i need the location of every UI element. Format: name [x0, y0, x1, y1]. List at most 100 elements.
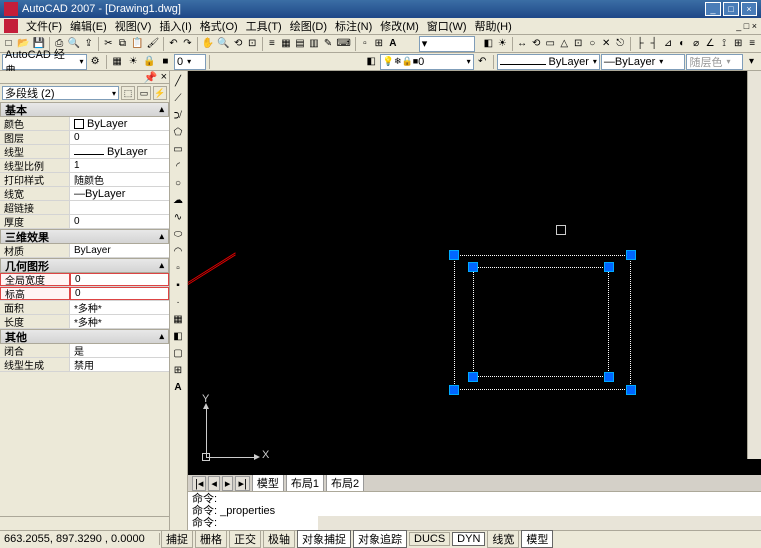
- workspace-dropdown[interactable]: AutoCAD 经典 ▾: [2, 54, 87, 70]
- status-polar[interactable]: 极轴: [263, 530, 295, 548]
- menu-file[interactable]: 文件(F): [22, 18, 66, 34]
- layer-indicator-dropdown[interactable]: 0 ▾: [174, 54, 206, 70]
- line-icon[interactable]: ╱: [170, 73, 186, 89]
- undo-icon[interactable]: ↶: [167, 36, 180, 52]
- section-basic[interactable]: 基本▴: [0, 102, 169, 117]
- val-ltgen[interactable]: 禁用: [70, 358, 169, 371]
- tab-next-icon[interactable]: ▸: [222, 476, 234, 491]
- properties-icon[interactable]: ≡: [265, 36, 278, 52]
- dim3-icon[interactable]: ⊿: [662, 36, 675, 52]
- dim8-icon[interactable]: ⊞: [732, 36, 745, 52]
- mod1-icon[interactable]: ↔: [516, 36, 529, 52]
- close-button[interactable]: ×: [741, 2, 757, 16]
- minimize-button[interactable]: _: [705, 2, 721, 16]
- circle-icon[interactable]: ○: [170, 175, 186, 191]
- mtext-icon[interactable]: A: [170, 379, 186, 395]
- canvas-scrollbar-h[interactable]: [318, 516, 761, 530]
- linetype-dropdown[interactable]: ByLayer ▾: [497, 54, 600, 70]
- light-icon[interactable]: ☀: [496, 36, 509, 52]
- props-close-icon[interactable]: ×: [161, 71, 167, 83]
- hatch-icon[interactable]: ▦: [170, 311, 186, 327]
- cut-icon[interactable]: ✂: [102, 36, 115, 52]
- zoom-prev-icon[interactable]: ⟲: [232, 36, 245, 52]
- props-pin-icon[interactable]: 📌: [144, 71, 158, 83]
- table-icon[interactable]: ⊞: [372, 36, 385, 52]
- grip-outer-br[interactable]: [626, 385, 636, 395]
- region-icon[interactable]: ▢: [170, 345, 186, 361]
- drawing-canvas[interactable]: X Y: [188, 71, 761, 475]
- tab-layout2[interactable]: 布局2: [326, 474, 364, 492]
- select-objects-icon[interactable]: ▭: [137, 86, 151, 100]
- toggle-pickadd-icon[interactable]: ⬚: [121, 86, 135, 100]
- paste-icon[interactable]: 📋: [130, 36, 144, 52]
- val-area[interactable]: *多种*: [70, 301, 169, 314]
- grip-inner-bl[interactable]: [468, 372, 478, 382]
- val-plotstyle[interactable]: 随颜色: [70, 173, 169, 186]
- mod8-icon[interactable]: ⎋: [614, 36, 627, 52]
- selected-rect-inner[interactable]: [473, 267, 609, 377]
- mod2-icon[interactable]: ⟲: [530, 36, 543, 52]
- section-geometry[interactable]: 几何图形▴: [0, 258, 169, 273]
- val-thick[interactable]: 0: [70, 215, 169, 228]
- point-icon[interactable]: ·: [170, 294, 186, 310]
- menu-draw[interactable]: 绘图(D): [286, 18, 331, 34]
- revcloud-icon[interactable]: ☁: [170, 192, 186, 208]
- dc-icon[interactable]: ▦: [279, 36, 292, 52]
- menu-view[interactable]: 视图(V): [111, 18, 156, 34]
- status-osnap[interactable]: 对象捕捉: [297, 530, 351, 548]
- grip-outer-tl[interactable]: [449, 250, 459, 260]
- match-icon[interactable]: 🖌: [145, 36, 160, 52]
- grip-outer-tr[interactable]: [626, 250, 636, 260]
- insert-block-icon[interactable]: ▫: [170, 260, 186, 276]
- mod5-icon[interactable]: ⊡: [572, 36, 585, 52]
- status-model[interactable]: 模型: [521, 530, 553, 548]
- menu-tools[interactable]: 工具(T): [242, 18, 286, 34]
- publish-icon[interactable]: ⇪: [82, 36, 95, 52]
- polygon-icon[interactable]: ⬠: [170, 124, 186, 140]
- color-picker-icon[interactable]: ▾: [744, 54, 759, 70]
- maximize-button[interactable]: □: [723, 2, 739, 16]
- status-dyn[interactable]: DYN: [452, 532, 485, 546]
- text-a-icon[interactable]: A: [386, 36, 399, 52]
- calc-icon[interactable]: ⌨: [336, 36, 352, 52]
- tab-last-icon[interactable]: ▸|: [235, 476, 249, 491]
- section-misc[interactable]: 其他▴: [0, 329, 169, 344]
- mod4-icon[interactable]: △: [558, 36, 571, 52]
- grip-inner-tr[interactable]: [604, 262, 614, 272]
- val-lweight[interactable]: — ByLayer: [70, 187, 169, 200]
- status-snap[interactable]: 捕捉: [161, 530, 193, 548]
- layerprops-icon[interactable]: ◧: [364, 54, 379, 70]
- render-dropdown[interactable]: ▾: [419, 36, 475, 52]
- rectangle-icon[interactable]: ▭: [170, 141, 186, 157]
- xline-icon[interactable]: ⟋: [170, 90, 186, 106]
- menu-window[interactable]: 窗口(W): [423, 18, 471, 34]
- ellipse-icon[interactable]: ⬭: [170, 226, 186, 242]
- menu-edit[interactable]: 编辑(E): [66, 18, 111, 34]
- val-material[interactable]: ByLayer: [70, 244, 169, 257]
- tab-layout1[interactable]: 布局1: [286, 474, 324, 492]
- val-closed[interactable]: 是: [70, 344, 169, 357]
- menu-dimension[interactable]: 标注(N): [331, 18, 376, 34]
- dim5-icon[interactable]: ⌀: [690, 36, 703, 52]
- val-elev[interactable]: 0: [70, 287, 169, 300]
- doc-win-controls[interactable]: _ □ ×: [736, 21, 757, 31]
- layer-prev-icon[interactable]: ↶: [475, 54, 490, 70]
- gradient-icon[interactable]: ◧: [170, 328, 186, 344]
- block-icon[interactable]: ▫: [358, 36, 371, 52]
- tab-model[interactable]: 模型: [252, 474, 284, 492]
- dim2-icon[interactable]: ┤: [648, 36, 661, 52]
- val-hyper[interactable]: [70, 201, 169, 214]
- copy-icon[interactable]: ⧉: [116, 36, 129, 52]
- val-layer[interactable]: 0: [70, 131, 169, 144]
- markup-icon[interactable]: ✎: [322, 36, 335, 52]
- pline-icon[interactable]: ⟉: [170, 107, 186, 123]
- lineweight-dropdown[interactable]: — ByLayer ▾: [601, 54, 686, 70]
- tab-first-icon[interactable]: |◂: [192, 476, 206, 491]
- section-3d[interactable]: 三维效果▴: [0, 229, 169, 244]
- toolpal-icon[interactable]: ▤: [294, 36, 307, 52]
- status-ducs[interactable]: DUCS: [409, 532, 450, 546]
- dim1-icon[interactable]: ├: [634, 36, 647, 52]
- dim6-icon[interactable]: ∠: [704, 36, 717, 52]
- menu-insert[interactable]: 插入(I): [155, 18, 195, 34]
- layer-sun-icon[interactable]: ☀: [126, 54, 141, 70]
